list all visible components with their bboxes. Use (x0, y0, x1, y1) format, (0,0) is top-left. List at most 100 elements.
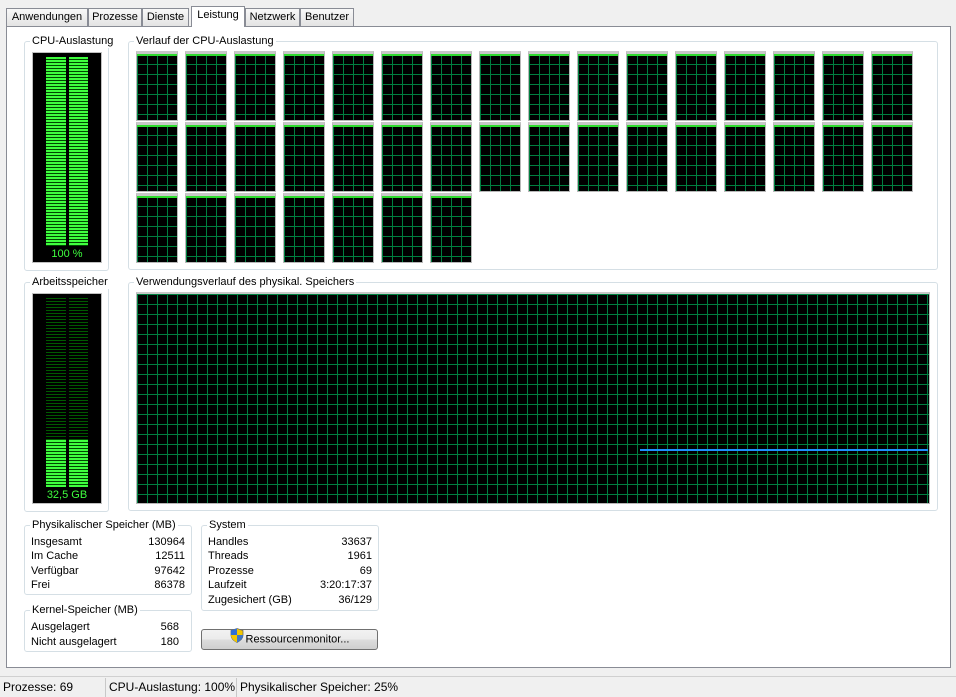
cpu-core-graph (234, 51, 276, 121)
stat-row: Im Cache 12511 (31, 550, 185, 562)
tab-dienste[interactable]: Dienste (142, 8, 189, 27)
shield-icon (230, 628, 244, 649)
cpu-core-graph (283, 122, 325, 192)
cpu-core-usage-line (137, 125, 177, 127)
status-cpu: CPU-Auslastung: 100% (106, 678, 237, 697)
cpu-core-usage-line (578, 125, 618, 127)
memory-group: Arbeitsspeicher 32,5 GB (24, 275, 110, 512)
cpu-core-graph (871, 122, 913, 192)
stat-row: Zugesichert (GB) 36/129 (208, 594, 372, 606)
cpu-core-usage-line (333, 125, 373, 127)
cpu-core-usage-line (235, 196, 275, 198)
cpu-core-usage-line (480, 54, 520, 56)
cpu-core-usage-line (333, 54, 373, 56)
stat-row: Threads 1961 (208, 550, 372, 562)
cpu-core-usage-line (137, 196, 177, 198)
cpu-core-graph (577, 122, 619, 192)
cpu-core-usage-line (382, 125, 422, 127)
cpu-core-usage-line (823, 125, 863, 127)
cpu-core-graph (430, 51, 472, 121)
cpu-core-graph (430, 122, 472, 192)
cpu-core-graph (185, 51, 227, 121)
cpu-core-graph (528, 122, 570, 192)
cpu-core-usage-line (137, 54, 177, 56)
cpu-core-graph (234, 122, 276, 192)
cpu-core-graph (577, 51, 619, 121)
resource-monitor-label: Ressourcenmonitor... (245, 633, 350, 646)
physical-memory-title: Physikalischer Speicher (MB) (30, 518, 178, 532)
cpu-core-graph (381, 51, 423, 121)
cpu-core-usage-line (431, 54, 471, 56)
stat-row: Insgesamt 130964 (31, 536, 185, 548)
cpu-core-graph (675, 51, 717, 121)
status-memory: Physikalischer Speicher: 25% (240, 680, 399, 694)
stat-row: Nicht ausgelagert 180 (31, 636, 179, 648)
cpu-core-graph (724, 51, 766, 121)
memory-title: Arbeitsspeicher (30, 275, 110, 289)
cpu-core-usage-line (284, 54, 324, 56)
cpu-core-graph (528, 51, 570, 121)
memory-history-line (640, 449, 928, 451)
kernel-memory-title: Kernel-Speicher (MB) (30, 603, 140, 617)
memory-history-title: Verwendungsverlauf des physikal. Speiche… (134, 275, 357, 289)
cpu-usage-group: CPU-Auslastung 100 % (24, 34, 116, 271)
cpu-core-usage-line (480, 125, 520, 127)
cpu-core-graph (136, 122, 178, 192)
cpu-usage-title: CPU-Auslastung (30, 34, 116, 48)
cpu-core-usage-line (627, 54, 667, 56)
cpu-core-usage-line (627, 125, 667, 127)
cpu-core-usage-line (725, 125, 765, 127)
memory-history-graph (136, 292, 930, 504)
status-bar: Prozesse: 69 CPU-Auslastung: 100% Physik… (0, 676, 956, 697)
cpu-core-usage-line (284, 125, 324, 127)
physical-memory-group: Physikalischer Speicher (MB) Insgesamt 13… (24, 518, 192, 595)
memory-meter-column (46, 298, 66, 487)
cpu-core-graph (479, 51, 521, 121)
cpu-core-usage-line (676, 125, 716, 127)
system-title: System (207, 518, 248, 532)
cpu-core-usage-line (333, 196, 373, 198)
cpu-core-usage-line (235, 54, 275, 56)
tab-benutzer[interactable]: Benutzer (300, 8, 354, 27)
tab-prozesse[interactable]: Prozesse (88, 8, 142, 27)
cpu-core-graph (626, 51, 668, 121)
stat-row: Frei 86378 (31, 579, 185, 591)
cpu-core-graph (136, 51, 178, 121)
cpu-meter-column (68, 57, 88, 246)
stat-row: Handles 33637 (208, 536, 372, 548)
cpu-core-usage-line (578, 54, 618, 56)
status-processes: Prozesse: 69 (0, 678, 106, 697)
tab-leistung[interactable]: Leistung (191, 6, 245, 27)
cpu-core-usage-line (186, 125, 226, 127)
cpu-core-graph (283, 193, 325, 263)
cpu-core-graph (871, 51, 913, 121)
tab-anwendungen[interactable]: Anwendungen (6, 8, 88, 27)
cpu-core-usage-line (431, 196, 471, 198)
cpu-core-graph (724, 122, 766, 192)
cpu-history-title: Verlauf der CPU-Auslastung (134, 34, 276, 48)
stat-row: Ausgelagert 568 (31, 621, 179, 633)
cpu-core-graph (381, 122, 423, 192)
system-group: System Handles 33637 Threads 1961 Prozesse… (201, 518, 379, 611)
cpu-usage-meter: 100 % (32, 52, 102, 263)
cpu-core-graph (185, 122, 227, 192)
cpu-core-usage-line (284, 196, 324, 198)
cpu-core-usage-line (235, 125, 275, 127)
cpu-core-usage-line (872, 54, 912, 56)
memory-history-group: Verwendungsverlauf des physikal. Speiche… (128, 275, 938, 511)
stat-row: Verfügbar 97642 (31, 565, 185, 577)
memory-value: 32,5 GB (46, 489, 88, 501)
cpu-core-usage-line (186, 196, 226, 198)
cpu-core-graph (479, 122, 521, 192)
cpu-core-graph (430, 193, 472, 263)
stat-row: Prozesse 69 (208, 565, 372, 577)
cpu-core-graph (332, 193, 374, 263)
kernel-memory-group: Kernel-Speicher (MB) Ausgelagert 568 Nich… (24, 603, 192, 652)
cpu-core-usage-line (774, 54, 814, 56)
cpu-core-graph (185, 193, 227, 263)
tab-netzwerk[interactable]: Netzwerk (245, 8, 300, 27)
cpu-core-graph (332, 51, 374, 121)
resource-monitor-button[interactable]: Ressourcenmonitor... (201, 628, 378, 650)
cpu-core-usage-line (529, 125, 569, 127)
cpu-core-graph (332, 122, 374, 192)
